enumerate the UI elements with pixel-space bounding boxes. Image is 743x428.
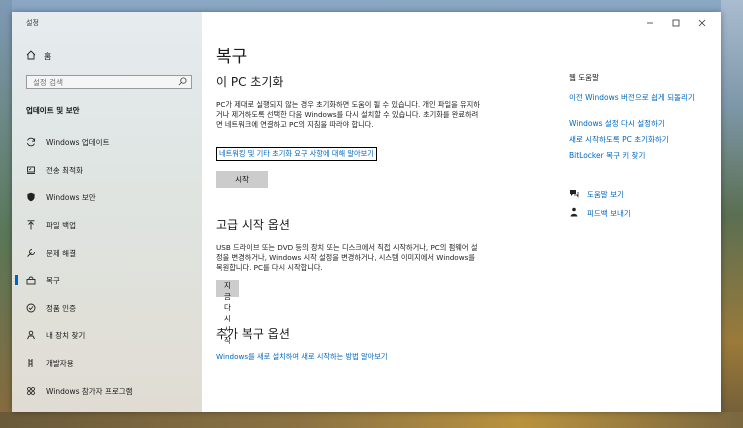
sidebar-item-label: Windows 보안 (46, 192, 96, 202)
advanced-startup-heading: 고급 시작 옵션 (216, 218, 290, 232)
help-link-rollback[interactable]: 이전 Windows 버전으로 쉽게 되돌리기 (569, 92, 695, 103)
advanced-startup-description: USB 드라이브 또는 DVD 등의 장치 또는 디스크에서 직접 시작하거나,… (216, 243, 478, 272)
search-icon[interactable] (178, 77, 187, 88)
sidebar-item-label: 정품 인증 (46, 303, 76, 313)
page-title: 복구 (216, 47, 248, 67)
reset-start-button[interactable]: 시작 (216, 171, 268, 188)
sidebar-item-label: 내 장치 찾기 (46, 330, 86, 340)
sidebar-item-label: Windows 업데이트 (46, 137, 110, 147)
reset-requirements-link[interactable]: 네트워킹 및 기타 초기화 요구 사항에 대해 알아보기 (216, 147, 377, 161)
sidebar-item-troubleshoot[interactable]: 문제 해결 (12, 240, 202, 266)
close-button[interactable] (689, 16, 715, 30)
home-label: 홈 (44, 51, 52, 61)
feedback-person-icon (569, 207, 579, 219)
window-controls (637, 16, 715, 30)
restart-now-button[interactable]: 지금 다시 시작 (216, 280, 239, 345)
settings-search-box[interactable] (26, 75, 192, 89)
sidebar-item-label: Windows 참가자 프로그램 (46, 386, 133, 396)
reset-pc-heading: 이 PC 초기화 (216, 75, 284, 89)
wrench-icon (26, 248, 36, 258)
feedback-link[interactable]: 피드백 보내기 (569, 207, 631, 219)
sidebar-item-file-backup[interactable]: 파일 백업 (12, 212, 202, 238)
desktop-wallpaper-bottom (0, 412, 743, 428)
feedback-label: 피드백 보내기 (587, 208, 631, 218)
sidebar-item-find-my-device[interactable]: 내 장치 찾기 (12, 322, 202, 348)
sidebar-item-label: 개발자용 (46, 358, 74, 368)
close-icon (698, 19, 706, 27)
sidebar-item-label: 복구 (46, 275, 60, 285)
check-circle-icon (26, 303, 36, 313)
sidebar-item-windows-security[interactable]: Windows 보안 (12, 184, 202, 210)
help-title: 웹 도움말 (569, 73, 599, 82)
get-help-link[interactable]: 도움말 보기 (569, 188, 624, 200)
sidebar-item-activation[interactable]: 정품 인증 (12, 295, 202, 321)
get-help-label: 도움말 보기 (587, 189, 624, 199)
desktop-wallpaper-left (0, 0, 12, 428)
sidebar-item-label: 파일 백업 (46, 220, 76, 230)
maximize-button[interactable] (663, 16, 689, 30)
desktop-wallpaper-right (721, 0, 743, 428)
fresh-start-link[interactable]: Windows를 새로 설치하여 새로 시작하는 방법 알아보기 (216, 352, 387, 362)
sidebar: 설정 홈 업데이트 및 보안 Windows 업데이트 전송 최적화 Windo… (12, 12, 202, 412)
help-link-fresh-start[interactable]: 새로 시작하도록 PC 초기화하기 (569, 134, 669, 145)
maximize-icon (672, 19, 680, 27)
chat-help-icon (569, 188, 579, 200)
reset-pc-description: PC가 제대로 실행되지 않는 경우 초기화하면 도움이 될 수 있습니다. 개… (216, 100, 480, 129)
shield-icon (26, 192, 36, 202)
minimize-button[interactable] (637, 16, 663, 30)
more-recovery-heading: 추가 복구 옵션 (216, 327, 290, 341)
recovery-icon (26, 275, 36, 285)
window-title: 설정 (26, 19, 39, 27)
backup-arrow-icon (26, 220, 36, 230)
help-link-bitlocker[interactable]: BitLocker 복구 키 찾기 (569, 150, 645, 161)
settings-window: 설정 홈 업데이트 및 보안 Windows 업데이트 전송 최적화 Windo… (12, 12, 721, 412)
insider-icon (26, 386, 36, 396)
sidebar-item-developers[interactable]: 개발자용 (12, 350, 202, 376)
home-link[interactable]: 홈 (26, 50, 51, 62)
sidebar-item-delivery-optimization[interactable]: 전송 최적화 (12, 157, 202, 183)
section-title: 업데이트 및 보안 (26, 106, 80, 115)
sidebar-item-windows-update[interactable]: Windows 업데이트 (12, 129, 202, 155)
home-icon (26, 50, 36, 62)
person-pin-icon (26, 330, 36, 340)
sidebar-item-recovery[interactable]: 복구 (12, 267, 202, 293)
search-input[interactable] (27, 76, 173, 88)
minimize-icon (647, 22, 653, 24)
sidebar-item-windows-insider[interactable]: Windows 참가자 프로그램 (12, 378, 202, 404)
sidebar-item-label: 문제 해결 (46, 248, 76, 258)
delivery-optimization-icon (26, 165, 36, 175)
help-link-reset-settings[interactable]: Windows 설정 다시 설정하기 (569, 118, 665, 129)
sidebar-item-label: 전송 최적화 (46, 165, 83, 175)
developer-icon (26, 358, 36, 368)
sync-icon (26, 137, 36, 147)
